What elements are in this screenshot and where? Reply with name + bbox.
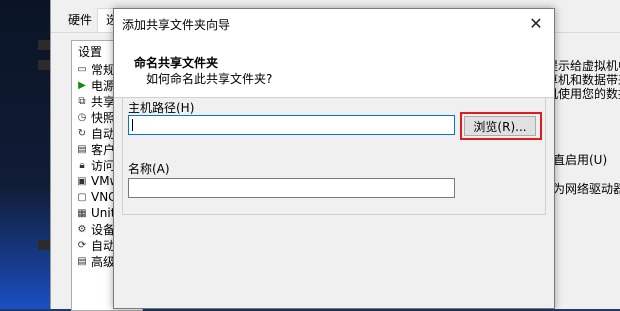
desktop-icon[interactable] — [38, 40, 50, 50]
tree-item-power[interactable]: ▶ 电源 — [76, 77, 115, 93]
tree-item-snapshot[interactable]: ◷ 快照 — [76, 109, 115, 125]
vm-icon: ▣ — [77, 175, 87, 187]
tree-item-vnc[interactable]: ▢ VNC — [76, 189, 116, 205]
desktop-background — [0, 0, 50, 309]
tree-header: 设置 — [78, 45, 103, 59]
tree-item-share[interactable]: ⧉ 共享 — [76, 93, 115, 109]
tree-item-label: 电源 — [91, 78, 116, 93]
tree-item-label: 自动 — [91, 238, 116, 253]
dialog-titlebar: 添加共享文件夹向导 ✕ — [114, 9, 554, 37]
tree-item-label: 高级 — [91, 254, 116, 269]
refresh-icon: ↻ — [77, 127, 87, 139]
tree-item-label: 设备 — [91, 222, 116, 237]
host-path-label: 主机路径(H) — [128, 101, 195, 115]
advanced-icon: ▤ — [77, 255, 87, 267]
play-icon: ▶ — [78, 79, 86, 91]
unity-icon: ▦ — [77, 207, 87, 219]
name-input[interactable] — [128, 178, 455, 198]
share-icon: ⧉ — [78, 95, 86, 107]
add-shared-folder-dialog: 添加共享文件夹向导 ✕ 命名共享文件夹 如何命名此共享文件夹? 主机路径(H) … — [113, 8, 555, 309]
close-icon[interactable]: ✕ — [518, 9, 554, 37]
map-drive-option-label[interactable]: 为网络驱动器( — [553, 180, 620, 197]
vnc-icon: ▢ — [77, 191, 87, 203]
browse-button[interactable]: 浏览(R)... — [464, 116, 536, 136]
desktop-icon[interactable] — [38, 240, 50, 250]
tree-item-auto[interactable]: ↻ 自动 — [76, 125, 115, 141]
parent-info-line: 机使用您的数据 — [546, 87, 620, 101]
lock-icon: 🔒︎ — [79, 159, 85, 171]
tree-item-label: 客户 — [91, 142, 116, 157]
wizard-header: 命名共享文件夹 如何命名此共享文件夹? — [114, 37, 554, 98]
window-icon: ▭ — [77, 63, 87, 75]
tree-item-access[interactable]: 🔒︎ 访问 — [76, 157, 115, 173]
host-path-input[interactable] — [128, 115, 455, 135]
name-label: 名称(A) — [128, 162, 170, 176]
tree-item-label: 常规 — [91, 62, 116, 77]
auto-icon: ⟳ — [77, 239, 87, 251]
wizard-step-title: 命名共享文件夹 — [134, 56, 219, 70]
tree-item-label: 共享 — [91, 94, 116, 109]
devices-icon: ⚙ — [77, 223, 87, 235]
folder-icon: ▤ — [77, 143, 87, 155]
tree-item-label: 访问 — [91, 158, 116, 173]
dialog-title: 添加共享文件夹向导 — [122, 18, 231, 32]
tab-hardware[interactable]: 硬件 — [59, 8, 101, 32]
tree-item-general[interactable]: ▭ 常规 — [76, 61, 115, 77]
enable-option-label[interactable]: 直启用(U) — [553, 151, 607, 168]
text-caret — [132, 119, 133, 131]
tree-item-autoprotect[interactable]: ⟳ 自动 — [76, 237, 115, 253]
tree-item-guest[interactable]: ▤ 客户 — [76, 141, 115, 157]
tree-item-devices[interactable]: ⚙ 设备 — [76, 221, 116, 237]
wizard-step-subtitle: 如何命名此共享文件夹? — [146, 72, 273, 86]
tree-item-advanced[interactable]: ▤ 高级 — [76, 253, 115, 269]
tree-item-label: 快照 — [91, 110, 116, 125]
divider — [122, 214, 546, 215]
clock-icon: ◷ — [77, 111, 87, 123]
desktop-icon[interactable] — [38, 60, 50, 70]
tree-item-label: 自动 — [91, 126, 116, 141]
